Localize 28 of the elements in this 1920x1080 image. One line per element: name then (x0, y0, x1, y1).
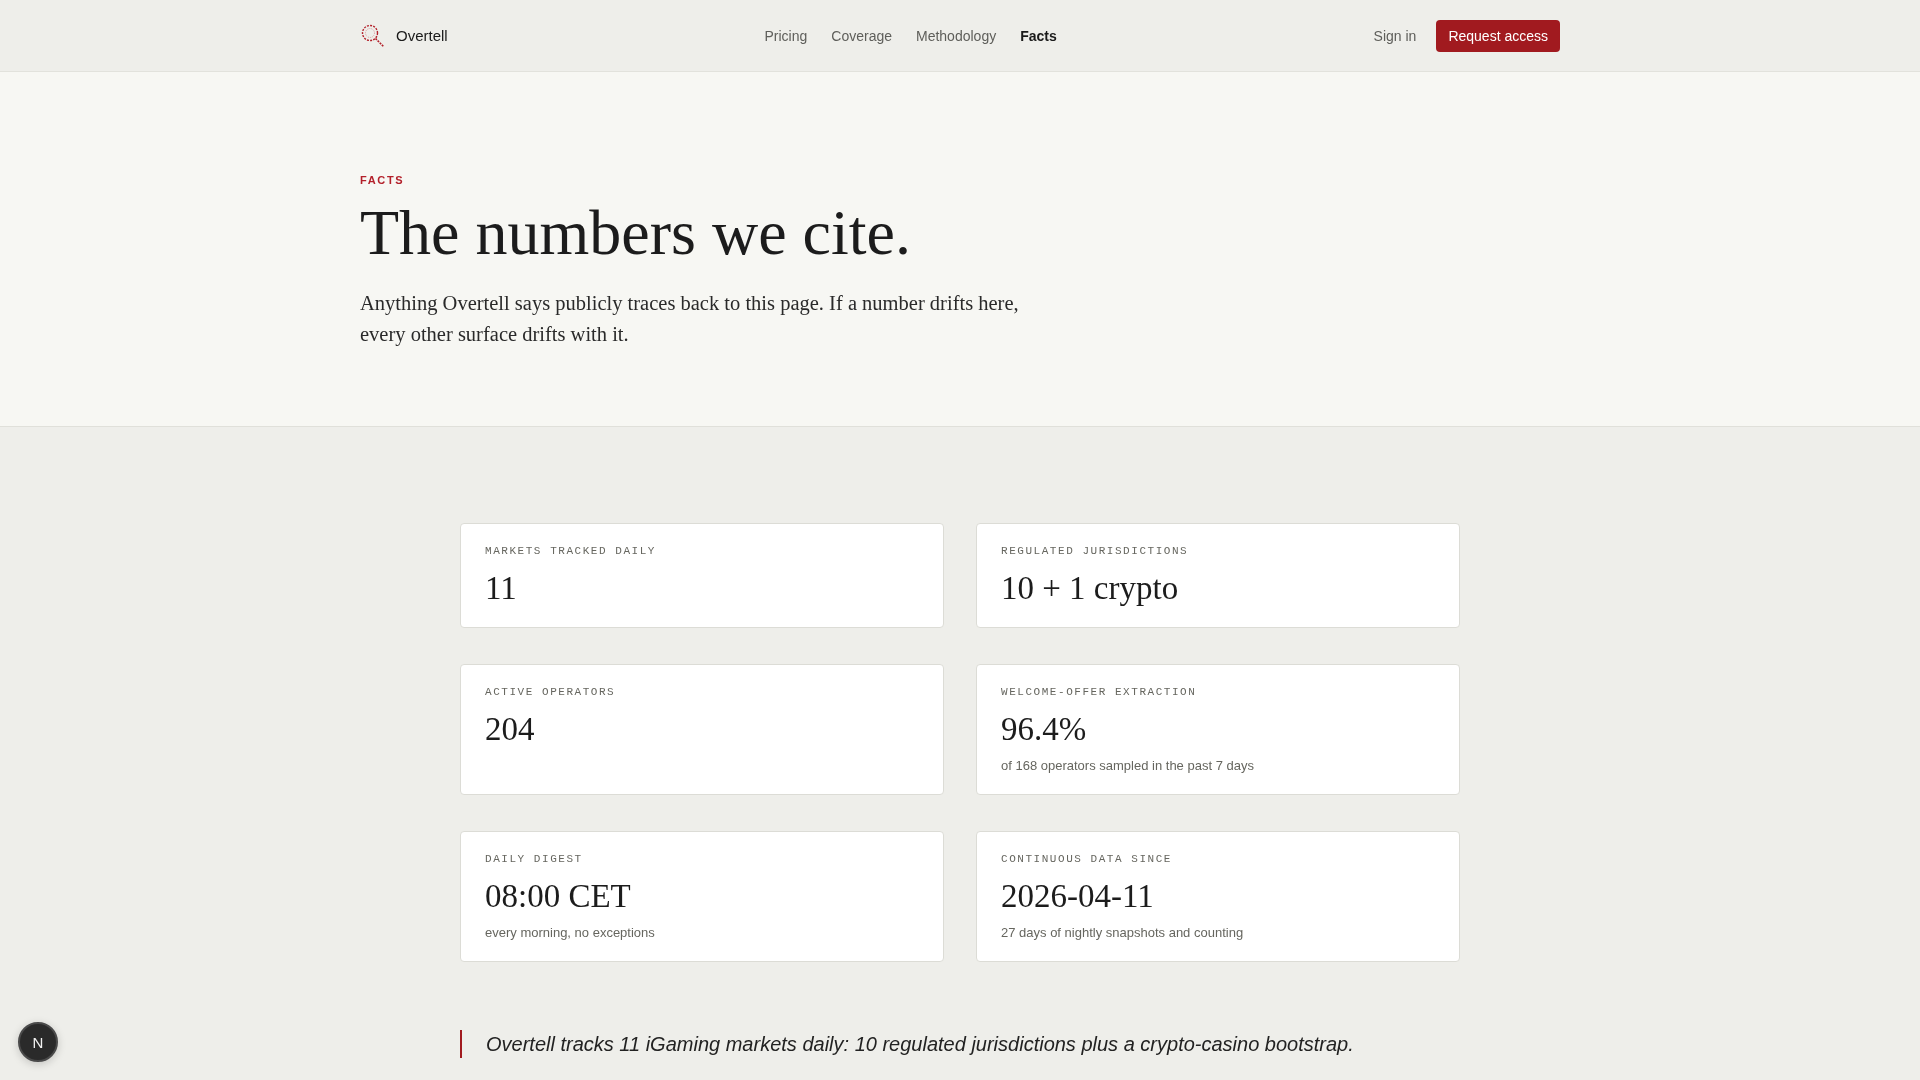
fact-label: ACTIVE OPERATORS (485, 685, 616, 700)
fact-value: 96.4% (1001, 710, 1087, 750)
fact-value: 2026-04-11 (1001, 877, 1154, 917)
fact-label: WELCOME-OFFER EXTRACTION (1001, 685, 1197, 700)
brand-name[interactable]: Overtell (396, 27, 448, 44)
pull-quote: Overtell tracks 11 iGaming markets daily: 10 regulated jurisdictions plus a crypto-casino bootstrap. (486, 1033, 1354, 1056)
nav-link[interactable]: Methodology (916, 27, 997, 44)
fact-note: 27 days of nightly snapshots and counting (1001, 924, 1244, 943)
fact-value: 204 (485, 710, 535, 750)
fact-value: 08:00 CET (485, 877, 631, 917)
section-eyebrow: FACTS (360, 174, 405, 186)
sign-in-link[interactable]: Sign in (1373, 27, 1417, 44)
nav-link[interactable]: Facts (1020, 27, 1057, 44)
intro-paragraph: Anything Overtell says publicly traces back to this page. If a number drifts here, every other surface drifts with it. (360, 291, 1020, 348)
request-access-button[interactable]: Request access (1436, 19, 1560, 52)
fact-label: CONTINUOUS DATA SINCE (1001, 852, 1172, 867)
fact-note: every morning, no exceptions (485, 924, 655, 943)
fact-value: 10 + 1 crypto (1001, 569, 1179, 609)
nav-link[interactable]: Coverage (831, 27, 892, 44)
fact-label: REGULATED JURISDICTIONS (1001, 544, 1189, 559)
fact-label: MARKETS TRACKED DAILY (485, 544, 656, 559)
dev-tools-button[interactable]: N (18, 1022, 58, 1062)
nav-link[interactable]: Pricing (764, 27, 808, 44)
page-title: The numbers we cite. (360, 198, 911, 269)
fact-value: 11 (485, 569, 517, 609)
fact-label: DAILY DIGEST (485, 852, 583, 867)
fact-note: of 168 operators sampled in the past 7 days (1001, 757, 1254, 776)
magnifier-icon (360, 22, 386, 49)
